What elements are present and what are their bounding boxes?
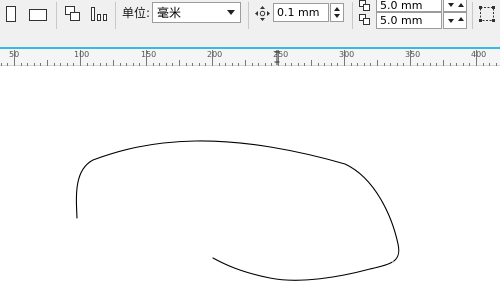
- duplicate-x-spinner[interactable]: [443, 0, 467, 12]
- spin-up-icon[interactable]: [458, 17, 464, 21]
- all-pages-icon[interactable]: [64, 5, 82, 23]
- ruler-label: 350: [405, 50, 420, 59]
- ruler-label: 400: [471, 50, 486, 59]
- duplicate-y-icon: [358, 14, 372, 28]
- ruler-label: 200: [207, 50, 222, 59]
- ruler-scale: 50 100 150 200 250 300 350 400: [1, 50, 497, 66]
- drawing-canvas[interactable]: [0, 66, 500, 301]
- treat-as-filled-icon[interactable]: [478, 5, 496, 23]
- nudge-distance-input[interactable]: 0.1 mm: [273, 3, 329, 22]
- separator: [115, 2, 116, 29]
- ruler-label: 300: [339, 50, 354, 59]
- toolbar-gap: [0, 31, 500, 48]
- duplicate-x-icon: [358, 0, 372, 13]
- curve-node-dot: [392, 261, 394, 263]
- duplicate-y-value: 5.0 mm: [380, 14, 423, 27]
- property-bar: 单位: 毫米 0.1 mm 5.0 mm 5.0 mm: [0, 0, 500, 31]
- current-page-icon[interactable]: [90, 5, 108, 23]
- chevron-down-icon: [227, 10, 235, 15]
- spin-down-icon[interactable]: [448, 19, 454, 23]
- nudge-icon: [254, 5, 271, 22]
- spin-down-icon[interactable]: [334, 14, 340, 18]
- nudge-spinner[interactable]: [330, 3, 344, 22]
- portrait-page-icon[interactable]: [6, 6, 16, 22]
- separator: [472, 2, 473, 29]
- ruler-label: 50: [9, 50, 19, 59]
- duplicate-y-spinner[interactable]: [443, 12, 467, 29]
- unit-label: 单位:: [122, 6, 151, 20]
- landscape-page-icon[interactable]: [29, 9, 47, 21]
- spin-down-icon[interactable]: [448, 3, 454, 7]
- spin-up-icon[interactable]: [458, 3, 464, 7]
- horizontal-ruler[interactable]: 50 100 150 200 250 300 350 400: [0, 49, 500, 66]
- ruler-label: 150: [141, 50, 156, 59]
- duplicate-x-input[interactable]: 5.0 mm: [376, 0, 442, 12]
- unit-value: 毫米: [157, 6, 182, 20]
- nudge-distance-value: 0.1 mm: [277, 6, 320, 19]
- ruler-label: 250: [273, 50, 288, 59]
- freehand-curve[interactable]: [75, 140, 400, 281]
- canvas-drawing: [75, 140, 400, 281]
- ruler-label: 100: [74, 50, 89, 59]
- unit-dropdown[interactable]: 毫米: [152, 2, 241, 23]
- separator: [56, 2, 57, 29]
- separator: [248, 2, 249, 29]
- separator: [352, 2, 353, 29]
- duplicate-y-input[interactable]: 5.0 mm: [376, 12, 442, 29]
- spin-up-icon[interactable]: [334, 7, 340, 11]
